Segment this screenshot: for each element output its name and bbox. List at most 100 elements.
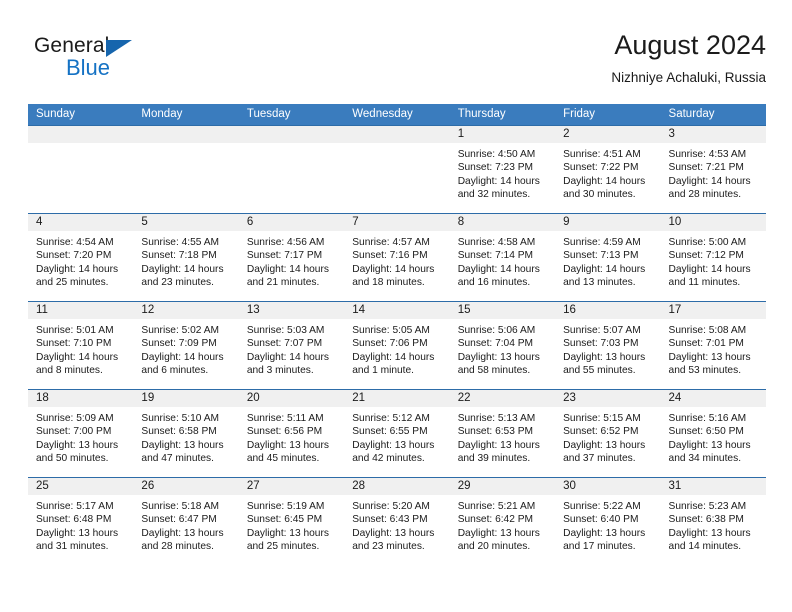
calendar-day-cell[interactable]: 1 Sunrise: 4:50 AM Sunset: 7:23 PM Daylight…: [449, 126, 556, 213]
sunrise-text: Sunrise: 5:07 AM: [563, 325, 641, 336]
day-number: 10: [660, 214, 766, 231]
sunset-text: Sunset: 7:12 PM: [668, 250, 744, 262]
day-details: Sunrise: 5:05 AM Sunset: 7:06 PM Daylight:…: [344, 319, 449, 378]
calendar-day-cell[interactable]: 18 Sunrise: 5:09 AM Sunset: 7:00 PM Dayligh…: [28, 390, 134, 477]
calendar-day-cell[interactable]: 15 Sunrise: 5:06 AM Sunset: 7:04 PM Dayligh…: [449, 302, 556, 389]
sunset-text: Sunset: 7:18 PM: [141, 250, 217, 262]
daylight-text-line1: Daylight: 14 hours: [563, 175, 646, 187]
calendar-day-cell[interactable]: 8 Sunrise: 4:58 AM Sunset: 7:14 PM Daylight…: [449, 214, 556, 301]
calendar-day-cell[interactable]: 26 Sunrise: 5:18 AM Sunset: 6:47 PM Dayligh…: [133, 478, 239, 565]
calendar-day-cell[interactable]: 11 Sunrise: 5:01 AM Sunset: 7:10 PM Dayligh…: [28, 302, 134, 389]
calendar-day-cell[interactable]: 23 Sunrise: 5:15 AM Sunset: 6:52 PM Dayligh…: [555, 390, 661, 477]
weekday-header-saturday: Saturday: [668, 108, 715, 120]
daylight-text-line1: Daylight: 13 hours: [668, 351, 751, 363]
calendar-day-cell[interactable]: 4 Sunrise: 4:54 AM Sunset: 7:20 PM Daylight…: [28, 214, 134, 301]
daylight-text-line2: and 31 minutes.: [36, 541, 109, 553]
sunset-text: Sunset: 6:52 PM: [563, 426, 639, 438]
sunrise-text: Sunrise: 5:01 AM: [36, 325, 114, 336]
calendar-day-cell[interactable]: 17 Sunrise: 5:08 AM Sunset: 7:01 PM Dayligh…: [660, 302, 766, 389]
calendar-day-cell[interactable]: 20 Sunrise: 5:11 AM Sunset: 6:56 PM Dayligh…: [238, 390, 345, 477]
day-details: Sunrise: 5:12 AM Sunset: 6:55 PM Daylight:…: [344, 407, 449, 466]
daylight-text-line2: and 53 minutes.: [668, 365, 742, 377]
calendar-day-cell[interactable]: 16 Sunrise: 5:07 AM Sunset: 7:03 PM Dayligh…: [555, 302, 661, 389]
calendar-day-cell[interactable]: 30 Sunrise: 5:22 AM Sunset: 6:40 PM Dayligh…: [555, 478, 661, 565]
day-details: Sunrise: 5:15 AM Sunset: 6:52 PM Daylight:…: [555, 407, 660, 466]
day-number: 31: [660, 478, 766, 495]
sunset-text: Sunset: 6:50 PM: [668, 426, 744, 438]
daylight-text-line1: Daylight: 13 hours: [352, 527, 435, 539]
calendar-day-cell[interactable]: 27 Sunrise: 5:19 AM Sunset: 6:45 PM Dayligh…: [238, 478, 345, 565]
sunrise-text: Sunrise: 5:15 AM: [563, 413, 641, 424]
day-details: Sunrise: 5:18 AM Sunset: 6:47 PM Daylight:…: [133, 495, 238, 554]
daylight-text-line2: and 47 minutes.: [141, 453, 214, 465]
sunset-text: Sunset: 7:20 PM: [36, 250, 112, 262]
daylight-text-line2: and 28 minutes.: [141, 541, 214, 553]
sunrise-text: Sunrise: 5:12 AM: [352, 413, 430, 424]
day-number: 3: [660, 126, 766, 143]
daylight-text-line1: Daylight: 13 hours: [563, 527, 646, 539]
daylight-text-line2: and 16 minutes.: [457, 277, 531, 289]
day-number: 5: [133, 214, 239, 231]
daylight-text-line1: Daylight: 13 hours: [246, 439, 329, 451]
sunrise-text: Sunrise: 5:21 AM: [457, 501, 536, 512]
calendar-day-cell-empty: [238, 126, 345, 213]
calendar-day-cell[interactable]: 2 Sunrise: 4:51 AM Sunset: 7:22 PM Daylight…: [555, 126, 661, 213]
calendar-day-cell[interactable]: 24 Sunrise: 5:16 AM Sunset: 6:50 PM Dayligh…: [660, 390, 766, 477]
calendar-day-cell[interactable]: 22 Sunrise: 5:13 AM Sunset: 6:53 PM Dayligh…: [449, 390, 556, 477]
day-number: 21: [344, 390, 450, 407]
sunrise-text: Sunrise: 5:23 AM: [668, 501, 747, 512]
daylight-text-line2: and 34 minutes.: [668, 453, 742, 465]
calendar-day-cell[interactable]: 6 Sunrise: 4:56 AM Sunset: 7:17 PM Daylight…: [238, 214, 345, 301]
general-blue-logo[interactable]: General Blue: [34, 34, 164, 90]
day-number: 2: [555, 126, 661, 143]
calendar-day-cell[interactable]: 5 Sunrise: 4:55 AM Sunset: 7:18 PM Daylight…: [133, 214, 239, 301]
calendar-day-cell[interactable]: 13 Sunrise: 5:03 AM Sunset: 7:07 PM Dayligh…: [238, 302, 345, 389]
calendar-day-cell[interactable]: 10 Sunrise: 5:00 AM Sunset: 7:12 PM Dayligh…: [660, 214, 766, 301]
page-subtitle: Nizhniye Achaluki, Russia: [611, 70, 766, 85]
daylight-text-line1: Daylight: 13 hours: [457, 351, 540, 363]
sunset-text: Sunset: 7:07 PM: [246, 338, 323, 350]
sunrise-text: Sunrise: 5:03 AM: [246, 325, 325, 336]
calendar-day-cell[interactable]: 28 Sunrise: 5:20 AM Sunset: 6:43 PM Dayligh…: [344, 478, 450, 565]
day-details: Sunrise: 4:55 AM Sunset: 7:18 PM Daylight:…: [133, 231, 238, 290]
calendar-day-cell[interactable]: 25 Sunrise: 5:17 AM Sunset: 6:48 PM Dayligh…: [28, 478, 134, 565]
sunset-text: Sunset: 6:48 PM: [36, 514, 112, 526]
daylight-text-line1: Daylight: 14 hours: [36, 351, 119, 363]
daylight-text-line2: and 8 minutes.: [36, 365, 103, 377]
daylight-text-line2: and 45 minutes.: [246, 453, 320, 465]
day-details: Sunrise: 5:09 AM Sunset: 7:00 PM Daylight:…: [28, 407, 133, 466]
day-number: 12: [133, 302, 239, 319]
calendar-day-cell[interactable]: 21 Sunrise: 5:12 AM Sunset: 6:55 PM Dayligh…: [344, 390, 450, 477]
calendar-day-cell[interactable]: 3 Sunrise: 4:53 AM Sunset: 7:21 PM Daylight…: [660, 126, 766, 213]
sunset-text: Sunset: 7:13 PM: [563, 250, 639, 262]
day-number: 7: [344, 214, 450, 231]
calendar-day-cell[interactable]: 31 Sunrise: 5:23 AM Sunset: 6:38 PM Dayligh…: [660, 478, 766, 565]
sunset-text: Sunset: 7:01 PM: [668, 338, 744, 350]
calendar-day-cell[interactable]: 19 Sunrise: 5:10 AM Sunset: 6:58 PM Dayligh…: [133, 390, 239, 477]
sunset-text: Sunset: 7:17 PM: [246, 250, 323, 262]
daylight-text-line2: and 1 minute.: [352, 365, 414, 377]
calendar-day-cell[interactable]: 9 Sunrise: 4:59 AM Sunset: 7:13 PM Daylight…: [555, 214, 661, 301]
calendar-day-cell[interactable]: 29 Sunrise: 5:21 AM Sunset: 6:42 PM Dayligh…: [449, 478, 556, 565]
sunset-text: Sunset: 6:45 PM: [246, 514, 323, 526]
day-number: 30: [555, 478, 661, 495]
day-number: 22: [449, 390, 556, 407]
sunrise-text: Sunrise: 4:58 AM: [457, 237, 536, 248]
daylight-text-line2: and 21 minutes.: [246, 277, 320, 289]
daylight-text-line1: Daylight: 14 hours: [352, 263, 435, 275]
daylight-text-line2: and 23 minutes.: [352, 541, 425, 553]
day-details: Sunrise: 5:21 AM Sunset: 6:42 PM Daylight:…: [450, 495, 555, 554]
day-number: [238, 126, 345, 143]
daylight-text-line2: and 18 minutes.: [352, 277, 425, 289]
page-header: General Blue August 2024 Nizhniye Achalu…: [28, 28, 766, 98]
calendar-day-cell-empty: [344, 126, 450, 213]
sunrise-text: Sunrise: 5:16 AM: [668, 413, 747, 424]
day-details: Sunrise: 4:54 AM Sunset: 7:20 PM Daylight:…: [28, 231, 133, 290]
sunrise-text: Sunrise: 4:53 AM: [668, 149, 747, 160]
logo-word-blue: Blue: [66, 55, 111, 80]
sunrise-text: Sunrise: 5:17 AM: [36, 501, 114, 512]
calendar-day-cell[interactable]: 12 Sunrise: 5:02 AM Sunset: 7:09 PM Dayligh…: [133, 302, 239, 389]
calendar-day-cell[interactable]: 7 Sunrise: 4:57 AM Sunset: 7:16 PM Daylight…: [344, 214, 450, 301]
daylight-text-line1: Daylight: 13 hours: [352, 439, 435, 451]
calendar-day-cell[interactable]: 14 Sunrise: 5:05 AM Sunset: 7:06 PM Dayligh…: [344, 302, 450, 389]
